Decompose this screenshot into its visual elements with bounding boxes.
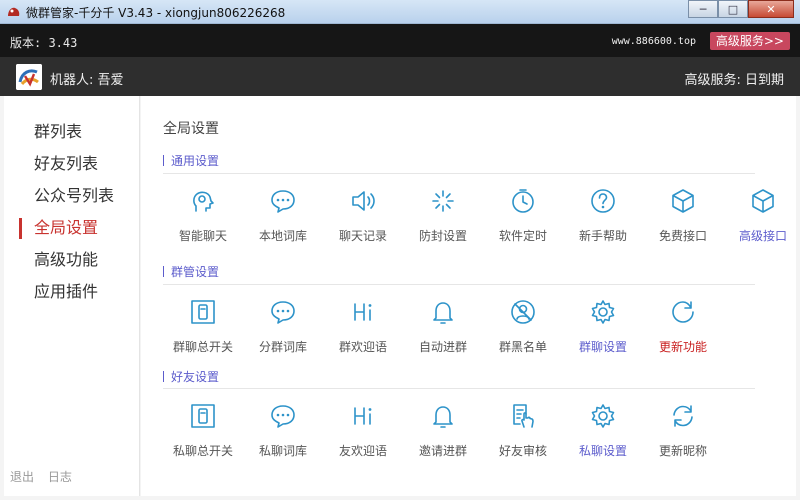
- question-icon: [591, 189, 615, 213]
- tile-timer[interactable]: 软件定时: [483, 187, 563, 257]
- tile-group-lexicon[interactable]: 分群词库: [243, 298, 323, 368]
- review-hand-icon: [513, 404, 534, 428]
- app-window: 微群管家-千分千 V3.43 - xiongjun806226268 ─ □ ✕…: [0, 0, 800, 500]
- tile-group-blacklist[interactable]: 群黑名单: [483, 298, 563, 368]
- bell-icon: [433, 406, 453, 428]
- tile-group-master-switch[interactable]: 群聊总开关: [163, 298, 243, 368]
- robot-avatar: [16, 64, 42, 90]
- premium-service-button[interactable]: 高级服务>>: [709, 32, 790, 50]
- divider: [163, 284, 755, 285]
- chat-bubble-icon: [271, 405, 295, 428]
- sidebar-item-global-settings[interactable]: 全局设置: [4, 214, 140, 242]
- logout-link[interactable]: 退出: [10, 470, 34, 484]
- tile-update-nickname[interactable]: 更新昵称: [643, 402, 723, 472]
- tile-auto-join[interactable]: 自动进群: [403, 298, 483, 368]
- minimize-icon[interactable]: ─: [688, 0, 718, 18]
- tile-friend-welcome[interactable]: 友欢迎语: [323, 402, 403, 472]
- window-title: 微群管家-千分千 V3.43 - xiongjun806226268: [26, 6, 286, 20]
- main-panel: 全局设置 通用设置 智能聊天 本地词库 聊天记录 防封设置 软件定时 新手帮助 …: [141, 96, 796, 496]
- app-logo-icon: [8, 7, 20, 16]
- section-title-general: 通用设置: [163, 152, 219, 169]
- title-bar: 微群管家-千分千 V3.43 - xiongjun806226268 ─ □ ✕: [0, 0, 800, 24]
- block-user-icon: [511, 300, 535, 324]
- page-title: 全局设置: [163, 121, 219, 137]
- robot-label: 机器人: 吾爱: [50, 73, 124, 88]
- refresh-icon: [672, 301, 694, 323]
- tile-private-master-switch[interactable]: 私聊总开关: [163, 402, 243, 472]
- sidebar-item-group-list[interactable]: 群列表: [4, 118, 140, 146]
- hi-icon: [354, 303, 372, 321]
- sync-icon: [673, 405, 693, 427]
- hi-icon: [354, 407, 372, 425]
- sidebar: 群列表 好友列表 公众号列表 全局设置 高级功能 应用插件 退出 日志: [4, 96, 140, 496]
- chat-bubble-icon: [271, 301, 295, 324]
- tile-premium-api[interactable]: 高级接口: [723, 187, 800, 257]
- tile-group-welcome[interactable]: 群欢迎语: [323, 298, 403, 368]
- timer-icon: [512, 189, 534, 213]
- switch-icon: [191, 300, 215, 324]
- gear-icon: [591, 404, 615, 428]
- tile-row-general: 智能聊天 本地词库 聊天记录 防封设置 软件定时 新手帮助 免费接口 高级接口: [163, 187, 787, 257]
- sidebar-item-official-accounts[interactable]: 公众号列表: [4, 182, 140, 210]
- section-title-friends: 好友设置: [163, 368, 219, 385]
- sidebar-item-plugins[interactable]: 应用插件: [4, 278, 140, 306]
- tile-help[interactable]: 新手帮助: [563, 187, 643, 257]
- tile-private-lexicon[interactable]: 私聊词库: [243, 402, 323, 472]
- chat-bubble-icon: [271, 190, 295, 213]
- tile-chat-history[interactable]: 聊天记录: [323, 187, 403, 257]
- tile-smart-chat[interactable]: 智能聊天: [163, 187, 243, 257]
- switch-icon: [191, 404, 215, 428]
- service-status: 高级服务: 日到期: [684, 73, 784, 88]
- maximize-icon[interactable]: □: [718, 0, 748, 18]
- bell-icon: [433, 302, 453, 324]
- gear-icon: [591, 300, 615, 324]
- speaker-icon: [352, 191, 375, 211]
- log-link[interactable]: 日志: [48, 470, 72, 484]
- sidebar-item-advanced[interactable]: 高级功能: [4, 246, 140, 274]
- tile-row-group: 群聊总开关 分群词库 群欢迎语 自动进群 群黑名单 群聊设置 更新功能: [163, 298, 783, 368]
- cube-icon: [752, 189, 774, 213]
- section-title-group: 群管设置: [163, 263, 219, 280]
- tile-free-api[interactable]: 免费接口: [643, 187, 723, 257]
- website-link[interactable]: www.886600.top: [612, 36, 696, 47]
- tile-friend-review[interactable]: 好友审核: [483, 402, 563, 472]
- brain-head-icon: [193, 191, 214, 212]
- divider: [163, 388, 755, 389]
- window-controls: ─ □ ✕: [688, 0, 794, 18]
- tile-private-settings[interactable]: 私聊设置: [563, 402, 643, 472]
- sidebar-item-friend-list[interactable]: 好友列表: [4, 150, 140, 178]
- sidebar-footer: 退出 日志: [10, 468, 82, 485]
- tile-local-lexicon[interactable]: 本地词库: [243, 187, 323, 257]
- tile-update-feature[interactable]: 更新功能: [643, 298, 723, 368]
- version-text: 版本: 3.43: [10, 36, 78, 50]
- spinner-icon: [432, 190, 454, 212]
- close-icon[interactable]: ✕: [748, 0, 794, 18]
- version-bar: 版本: 3.43 www.886600.top 高级服务>>: [0, 24, 800, 57]
- cube-icon: [672, 189, 694, 213]
- tile-invite-join[interactable]: 邀请进群: [403, 402, 483, 472]
- divider: [163, 173, 755, 174]
- robot-bar: 机器人: 吾爱 高级服务: 日到期: [0, 57, 800, 96]
- tile-group-settings[interactable]: 群聊设置: [563, 298, 643, 368]
- tile-anti-ban[interactable]: 防封设置: [403, 187, 483, 257]
- tile-row-friends: 私聊总开关 私聊词库 友欢迎语 邀请进群 好友审核 私聊设置 更新昵称: [163, 402, 783, 472]
